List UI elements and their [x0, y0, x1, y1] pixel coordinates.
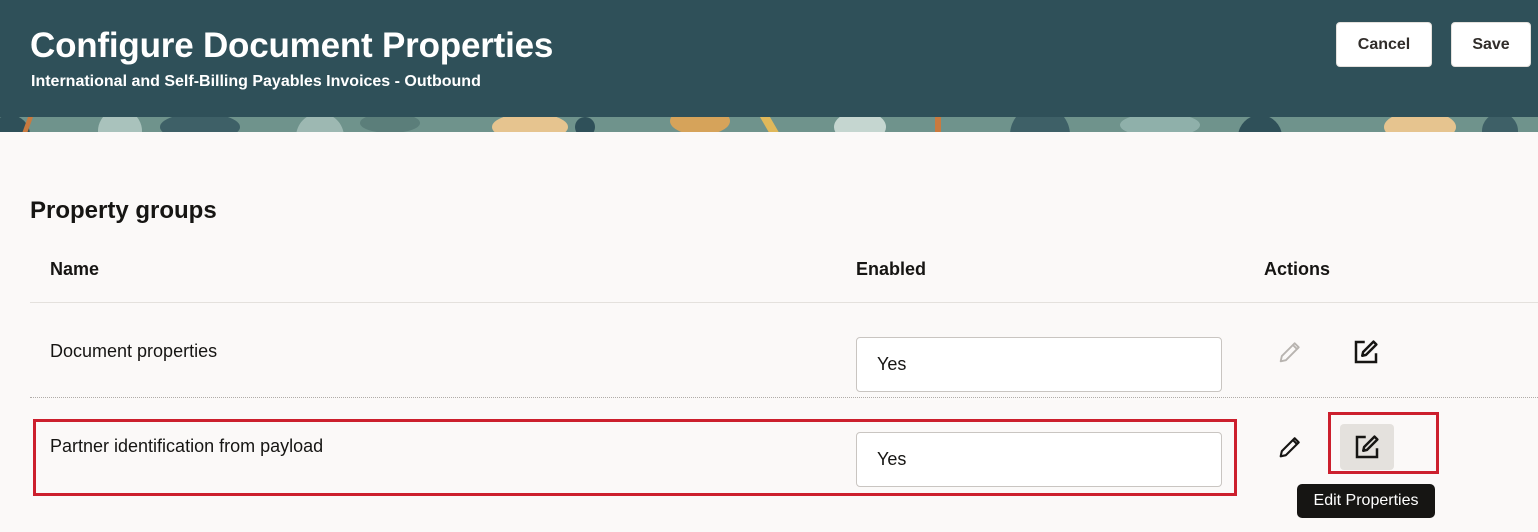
section-title: Property groups — [30, 197, 217, 224]
tooltip: Edit Properties — [1297, 484, 1435, 518]
column-header-name: Name — [50, 259, 100, 279]
page-header: Configure Document Properties Internatio… — [0, 0, 1538, 132]
header-divider — [30, 302, 1538, 303]
page-title: Configure Document Properties — [30, 26, 554, 65]
save-button[interactable]: Save — [1451, 22, 1531, 67]
edit-properties-button[interactable] — [1344, 330, 1388, 374]
enabled-value: Yes — [877, 354, 907, 374]
highlight-box-edit-button — [1328, 412, 1439, 474]
decorative-pattern-band — [0, 117, 1538, 132]
enabled-field[interactable]: Yes — [856, 337, 1222, 392]
pencil-icon — [1279, 342, 1300, 363]
row-name-document-properties: Document properties — [50, 341, 218, 361]
highlight-box-row — [33, 419, 1237, 496]
edit-row-button-disabled — [1268, 330, 1312, 374]
cancel-button[interactable]: Cancel — [1336, 22, 1432, 67]
edit-row-button[interactable] — [1268, 425, 1312, 469]
row-divider — [30, 397, 1538, 398]
edit-square-icon — [1354, 340, 1378, 364]
column-header-actions: Actions — [1264, 259, 1331, 279]
page-subtitle: International and Self-Billing Payables … — [31, 73, 481, 90]
column-header-enabled: Enabled — [856, 259, 927, 279]
pencil-icon — [1279, 437, 1300, 458]
pattern-graphic — [0, 117, 1538, 132]
